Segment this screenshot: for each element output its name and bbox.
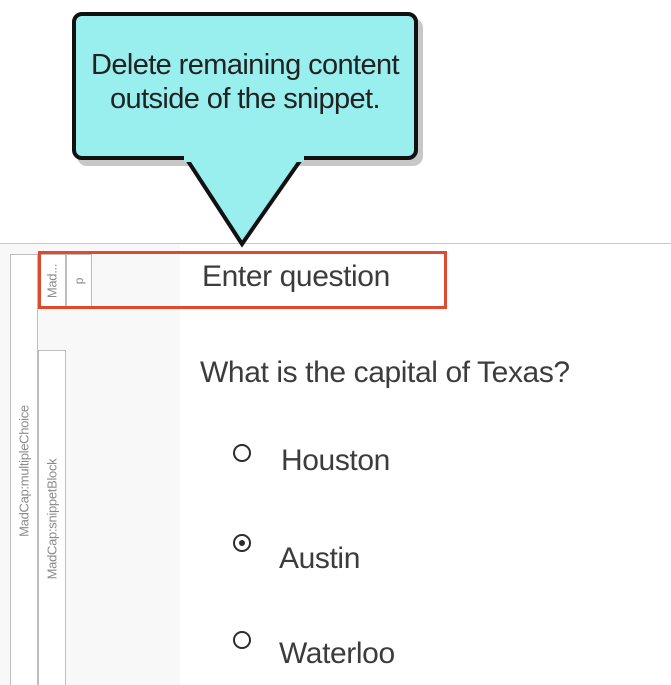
- radio-button[interactable]: [233, 444, 251, 462]
- answer-option: Houston: [0, 440, 671, 490]
- question-text[interactable]: What is the capital of Texas?: [200, 356, 570, 390]
- option-label[interactable]: Waterloo: [279, 637, 395, 671]
- radio-button[interactable]: [233, 631, 251, 649]
- callout-text: Delete remaining content outside of the …: [90, 49, 400, 115]
- highlight-box: [38, 251, 447, 309]
- answer-option: Austin: [0, 534, 671, 584]
- editor-area: MadCap:multipleChoice Mad... p MadCap:sn…: [0, 243, 671, 685]
- callout-box: Delete remaining content outside of the …: [72, 12, 418, 160]
- editor-screenshot: Delete remaining content outside of the …: [0, 0, 671, 685]
- radio-button-selected[interactable]: [233, 534, 251, 552]
- option-label[interactable]: Austin: [279, 542, 360, 576]
- radio-selected-dot: [239, 540, 245, 546]
- option-label[interactable]: Houston: [281, 444, 390, 478]
- answer-option: Waterloo: [0, 629, 671, 679]
